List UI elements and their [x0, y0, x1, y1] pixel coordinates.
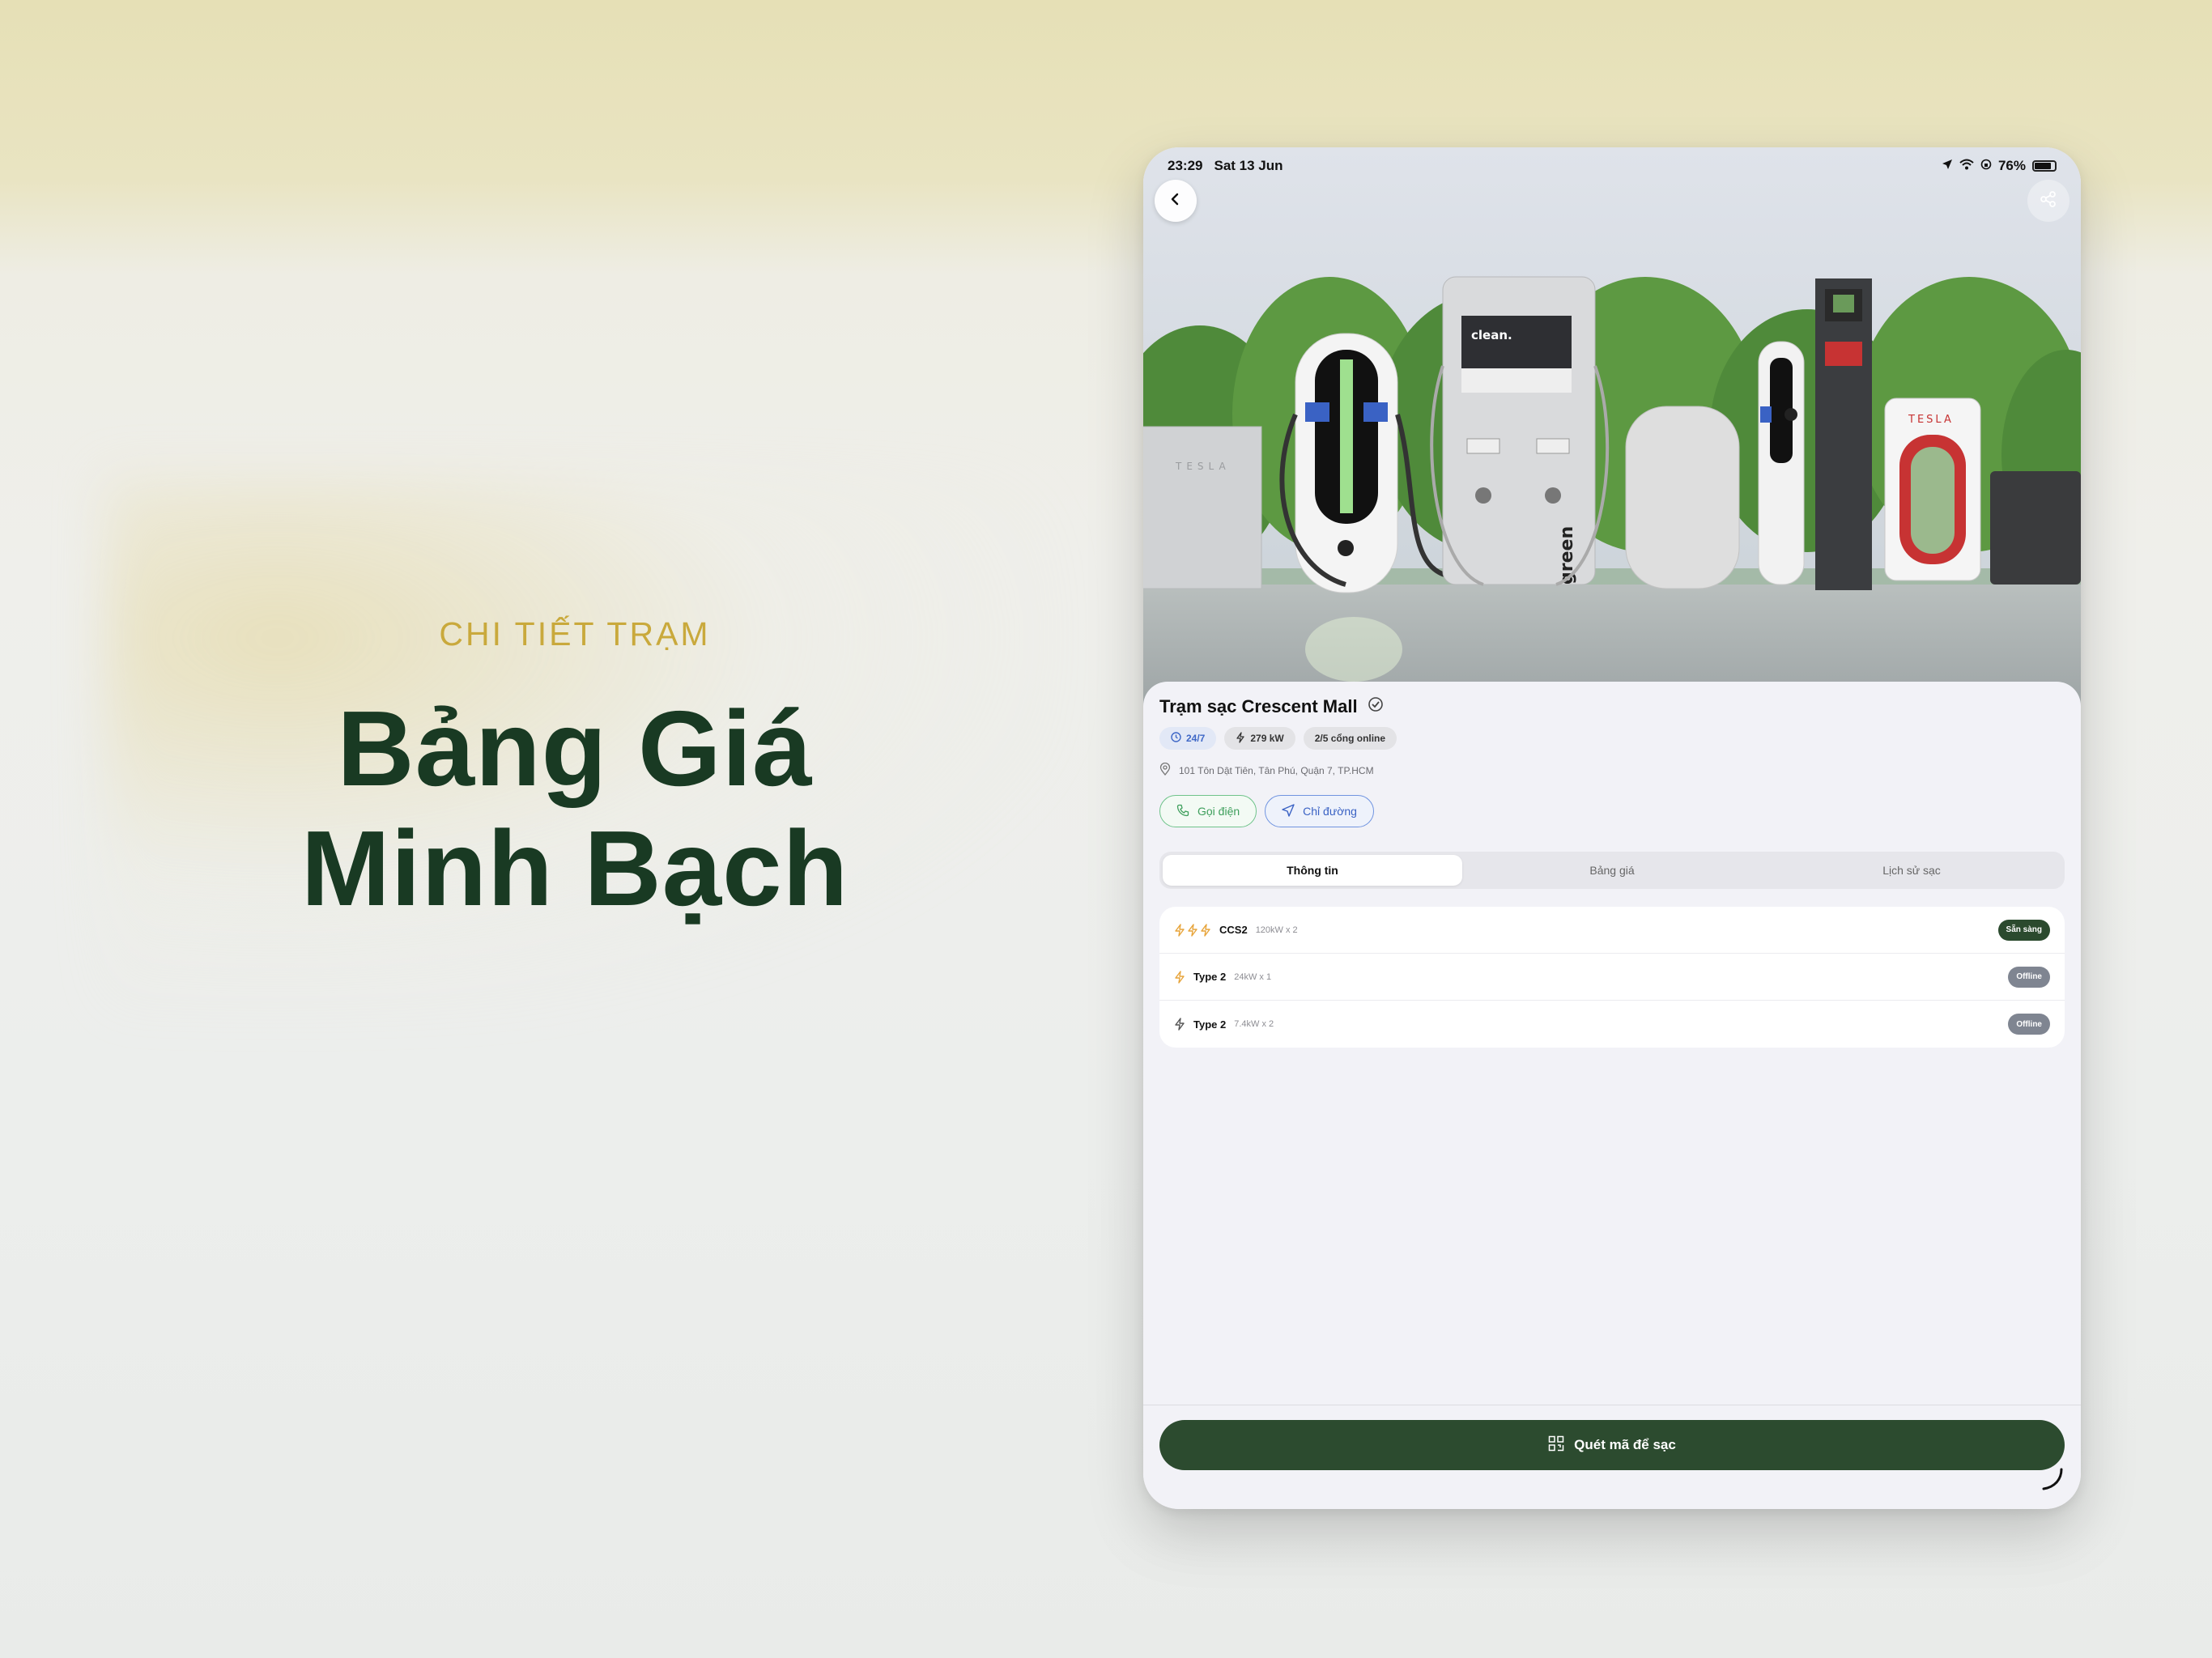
- port-bolt-icons: [1174, 970, 1185, 984]
- port-status-badge: Offline: [2008, 1014, 2050, 1035]
- qr-code-icon: [1548, 1435, 1564, 1456]
- chip-ports-online: 2/5 cổng online: [1303, 727, 1397, 750]
- promo-title-line-1: Bảng Giá: [337, 689, 813, 808]
- bolt-icon: [1175, 970, 1185, 984]
- port-name: Type 2: [1193, 971, 1227, 983]
- hero-brand-label-right: TESLA: [1908, 414, 1954, 426]
- port-spec: 120kW x 2: [1255, 925, 1298, 935]
- clock-icon: [1171, 732, 1181, 745]
- station-actions: Gọi điện Chỉ đường: [1159, 795, 1374, 827]
- directions-button-label: Chỉ đường: [1303, 805, 1357, 818]
- station-chips: 24/7 279 kW 2/5 cổng online: [1159, 727, 1397, 750]
- promo-eyebrow: CHI TIẾT TRẠM: [439, 615, 711, 653]
- charging-ports-list: CCS2 120kW x 2 Sẵn sàng Type 2 24kW x 1 …: [1159, 907, 2065, 1048]
- tablet-frame: TESLA clean. green TESLA 23:29 Sat 13 Ju…: [1143, 147, 2081, 1509]
- bolt-icon: [1175, 1018, 1185, 1031]
- detail-tabs: Thông tin Bảng giá Lịch sử sạc: [1159, 852, 2065, 889]
- port-spec: 24kW x 1: [1234, 971, 1272, 982]
- station-name: Trạm sạc Crescent Mall: [1159, 696, 1384, 717]
- battery-percent: 76%: [1997, 158, 2026, 173]
- port-name: CCS2: [1219, 924, 1248, 936]
- bolt-icon: [1236, 731, 1245, 746]
- station-detail-sheet: Trạm sạc Crescent Mall 24/7 279 kW 2/5 c…: [1143, 682, 2081, 1509]
- navigation-arrow-icon: [1282, 803, 1295, 819]
- station-address: 101 Tôn Dật Tiên, Tân Phú, Quận 7, TP.HC…: [1159, 762, 1374, 778]
- tab-info[interactable]: Thông tin: [1163, 855, 1462, 886]
- share-button[interactable]: [2027, 180, 2069, 222]
- status-bar: 23:29 Sat 13 Jun 76%: [1168, 155, 2057, 176]
- port-spec: 7.4kW x 2: [1234, 1019, 1274, 1029]
- port-row[interactable]: CCS2 120kW x 2 Sẵn sàng: [1159, 907, 2065, 954]
- directions-button[interactable]: Chỉ đường: [1265, 795, 1374, 827]
- bolt-icon: [1175, 923, 1185, 937]
- call-button[interactable]: Gọi điện: [1159, 795, 1257, 827]
- corner-indicator-icon: [2040, 1468, 2063, 1494]
- wifi-icon: [1959, 158, 1974, 174]
- port-bolt-icons: [1174, 923, 1211, 937]
- share-icon: [2040, 190, 2057, 212]
- tab-pricing[interactable]: Bảng giá: [1462, 855, 1762, 886]
- bolt-icon: [1201, 923, 1210, 937]
- location-icon: [1942, 158, 1953, 174]
- port-row[interactable]: Type 2 24kW x 1 Offline: [1159, 954, 2065, 1001]
- hero-screen-text: clean.: [1471, 328, 1512, 342]
- call-button-label: Gọi điện: [1197, 805, 1240, 818]
- scan-to-charge-button[interactable]: Quét mã để sạc: [1159, 1420, 2065, 1470]
- chip-hours-label: 24/7: [1186, 733, 1206, 744]
- port-name: Type 2: [1193, 1018, 1227, 1031]
- chip-power: 279 kW: [1224, 727, 1295, 750]
- station-hero-image: TESLA clean. green TESLA: [1143, 147, 2081, 706]
- chevron-left-icon: [1168, 192, 1183, 210]
- port-status-badge: Sẵn sàng: [1997, 919, 2050, 941]
- verified-icon: [1368, 696, 1384, 717]
- port-row[interactable]: Type 2 7.4kW x 2 Offline: [1159, 1001, 2065, 1048]
- orientation-lock-icon: [1980, 158, 1992, 174]
- status-date: Sat 13 Jun: [1214, 158, 1283, 173]
- chip-ports-online-label: 2/5 cổng online: [1314, 733, 1386, 744]
- hero-brand-label-left: TESLA: [1175, 461, 1231, 472]
- hero-pillar-text: green: [1557, 526, 1577, 585]
- status-time: 23:29: [1168, 158, 1203, 173]
- tab-charging-history[interactable]: Lịch sử sạc: [1762, 855, 2061, 886]
- scan-button-label: Quét mã để sạc: [1574, 1437, 1676, 1452]
- station-name-text: Trạm sạc Crescent Mall: [1159, 696, 1358, 716]
- chip-hours: 24/7: [1159, 727, 1217, 750]
- promo-title-line-2: Minh Bạch: [300, 809, 849, 928]
- port-status-badge: Offline: [2008, 966, 2050, 988]
- promo-headline: CHI TIẾT TRẠM Bảng Giá Minh Bạch: [0, 615, 1150, 929]
- map-pin-icon: [1159, 762, 1171, 778]
- bolt-icon: [1188, 923, 1197, 937]
- port-bolt-icons: [1174, 1018, 1185, 1031]
- promo-title: Bảng Giá Minh Bạch: [0, 689, 1150, 929]
- back-button[interactable]: [1155, 180, 1197, 222]
- station-address-text: 101 Tôn Dật Tiên, Tân Phú, Quận 7, TP.HC…: [1179, 764, 1374, 776]
- battery-icon: [2032, 160, 2057, 172]
- phone-icon: [1176, 804, 1189, 819]
- chip-power-label: 279 kW: [1250, 733, 1284, 744]
